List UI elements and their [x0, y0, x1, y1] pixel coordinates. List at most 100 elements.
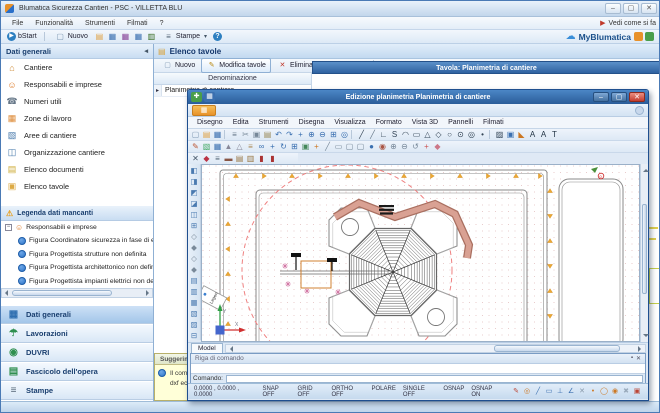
node-snap-icon[interactable]: •	[588, 387, 598, 397]
cad-menu-item[interactable]: Filmati	[478, 119, 509, 126]
cad-vscrollbar[interactable]	[640, 164, 648, 342]
clear-snap-icon[interactable]: ✖	[621, 387, 631, 397]
open-folder-icon[interactable]: ▤	[94, 31, 105, 42]
slot-icon[interactable]: ▢	[355, 141, 366, 152]
cad-hscrollbar[interactable]	[225, 344, 646, 353]
brand-grid-icon[interactable]	[645, 32, 654, 41]
status-toggle[interactable]: OSNAP	[443, 386, 464, 398]
xline-icon[interactable]: ╱	[367, 129, 378, 140]
view-se-iso-icon[interactable]: ◆	[189, 242, 200, 253]
hatch-icon[interactable]: ▨	[494, 129, 505, 140]
group-icon[interactable]: ▲	[223, 141, 234, 152]
cad-menu-item[interactable]: Strumenti	[254, 119, 294, 126]
table-icon[interactable]: ⊞	[289, 141, 300, 152]
draw-order-icon[interactable]: ✎	[511, 387, 521, 397]
erase-icon[interactable]: ✎	[190, 141, 201, 152]
menu-item[interactable]: File	[6, 20, 29, 27]
donut-icon[interactable]: ⊙	[455, 129, 466, 140]
view-bottom-icon[interactable]: ◨	[189, 176, 200, 187]
cad-menu-item[interactable]: Edita	[228, 119, 254, 126]
open-drawing-icon[interactable]: ▤	[201, 129, 212, 140]
line-icon[interactable]: ╱	[356, 129, 367, 140]
legend-tree-root[interactable]: − ☺ Responsabili e imprese	[1, 221, 153, 234]
sidebar-item-aree-di-cantiere[interactable]: ▧ Aree di cantiere	[1, 127, 153, 144]
line-snap-icon[interactable]: ╱	[533, 387, 543, 397]
plot-icon[interactable]: ≡	[229, 129, 240, 140]
nuovo-button[interactable]: ▢ Nuovo	[52, 31, 91, 43]
block-icon[interactable]: ▣	[505, 129, 516, 140]
cad-minimize-button[interactable]: –	[593, 92, 609, 102]
color-icon[interactable]: ▧	[201, 141, 212, 152]
round-rect-icon[interactable]: ▢	[344, 141, 355, 152]
sidebar-item-elenco-documenti[interactable]: ▤ Elenco documenti	[1, 161, 153, 178]
polyline-icon[interactable]: ∟	[378, 129, 389, 140]
sidebar-item-elenco-tavole[interactable]: ▣ Elenco tavole	[1, 178, 153, 195]
cad-menu-item[interactable]: Disegna	[294, 119, 330, 126]
shade-icon[interactable]: ▧	[189, 308, 200, 319]
scroll-up-icon[interactable]	[643, 166, 649, 172]
nav-stampe[interactable]: ≡ Stampe	[1, 381, 153, 400]
circle-icon[interactable]: ○	[444, 129, 455, 140]
expander-icon[interactable]: −	[5, 224, 12, 231]
status-toggle[interactable]: OSNAP ON	[471, 386, 501, 398]
collapse-icon[interactable]: ◂	[144, 47, 148, 55]
status-toggle[interactable]: ORTHO OFF	[331, 386, 364, 398]
center-snap-icon[interactable]: ◎	[522, 387, 532, 397]
scroll-left-icon[interactable]	[227, 346, 233, 352]
myblumatica-brand[interactable]: ☁ MyBlumatica	[566, 31, 658, 42]
export-icon[interactable]: ▥	[146, 31, 157, 42]
legend-item[interactable]: Figura Progettista architettonico non de…	[1, 261, 153, 275]
undo-icon[interactable]: ↶	[273, 129, 284, 140]
pin-icon[interactable]: ▪	[631, 355, 633, 362]
print2-icon[interactable]: ≡	[212, 153, 223, 164]
save-as-icon[interactable]: ▦	[133, 31, 144, 42]
measure-icon[interactable]: +	[311, 141, 322, 152]
scrollbar-thumb[interactable]	[12, 290, 112, 296]
perpendicular-snap-icon[interactable]: ⊥	[555, 387, 565, 397]
status-toggle[interactable]: POLARE	[372, 386, 396, 398]
elimina-button[interactable]: ✕ Elimina	[273, 59, 317, 72]
legend-item[interactable]: Figura Progettista strutture non definit…	[1, 248, 153, 262]
column-header[interactable]: Denominazione	[154, 73, 311, 85]
cad-maximize-button[interactable]: ▢	[611, 92, 627, 102]
close-icon[interactable]: ✕	[636, 355, 641, 362]
minimize-button[interactable]: –	[605, 3, 621, 14]
command-input[interactable]	[226, 375, 643, 383]
sidebar-item-organizzazione-cantiere[interactable]: ◫ Organizzazione cantiere	[1, 144, 153, 161]
quadrant-snap-icon[interactable]: ◉	[610, 387, 620, 397]
render-icon[interactable]: ▦	[189, 297, 200, 308]
zoom-prev-icon[interactable]: ⊕	[388, 141, 399, 152]
view-top-icon[interactable]: ◧	[189, 165, 200, 176]
status-toggle[interactable]: SNAP OFF	[262, 386, 290, 398]
zoom-in-icon[interactable]: ⊕	[306, 129, 317, 140]
insert-image-icon[interactable]: ▣	[300, 141, 311, 152]
status-toggle[interactable]: GRID OFF	[298, 386, 325, 398]
nuovo-tavola-button[interactable]: ▢ Nuovo	[158, 59, 199, 72]
wall-icon[interactable]: ≡	[245, 141, 256, 152]
nav-duvri[interactable]: ◉ DUVRI	[1, 343, 153, 362]
status-toggle[interactable]: SINGLE OFF	[403, 386, 436, 398]
zoom-sel-icon[interactable]: ⊖	[399, 141, 410, 152]
wireframe-icon[interactable]: ▨	[189, 319, 200, 330]
layer-icon[interactable]: ▦	[212, 141, 223, 152]
copy-icon[interactable]: ▣	[251, 129, 262, 140]
cad-menu-item[interactable]: Pannelli	[443, 119, 478, 126]
delete-icon[interactable]: ✕	[190, 153, 201, 164]
trim-icon[interactable]: ╱	[322, 141, 333, 152]
ellipse-icon[interactable]: ◎	[466, 129, 477, 140]
flag-icon[interactable]: ◆	[432, 141, 443, 152]
cross-icon[interactable]: +	[421, 141, 432, 152]
scrollbar-thumb[interactable]	[494, 345, 620, 352]
view-sw-iso-icon[interactable]: ◇	[189, 231, 200, 242]
red-block1-icon[interactable]: ▮	[256, 153, 267, 164]
circle-snap-icon[interactable]: ◯	[599, 387, 609, 397]
eraser-icon[interactable]: ◆	[201, 153, 212, 164]
help-button[interactable]: ?	[213, 32, 222, 41]
save-icon[interactable]: ▦	[107, 31, 118, 42]
legend-item[interactable]: Figura Progettista impianti elettrici no…	[1, 275, 153, 289]
cad-new-icon[interactable]: ✚	[191, 92, 202, 102]
spline-icon[interactable]: S	[389, 129, 400, 140]
rotate-icon[interactable]: ↻	[278, 141, 289, 152]
qat-options-icon[interactable]	[635, 106, 644, 115]
sidebar-item-zone-di-lavoro[interactable]: ▦ Zone di lavoro	[1, 110, 153, 127]
